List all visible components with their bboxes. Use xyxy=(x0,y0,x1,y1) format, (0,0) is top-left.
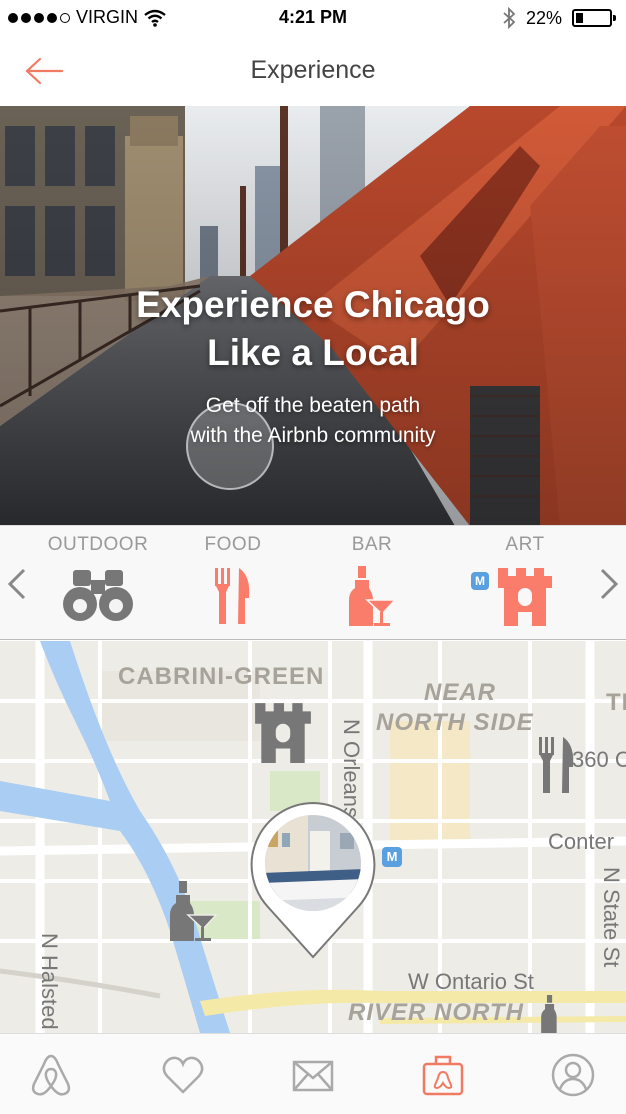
page-title: Experience xyxy=(250,56,376,84)
fork-knife-icon xyxy=(215,568,250,624)
chevron-right-icon xyxy=(600,568,619,600)
tab-trips[interactable] xyxy=(420,1052,466,1098)
map-marker-food[interactable] xyxy=(537,735,577,800)
tab-explore[interactable] xyxy=(28,1052,74,1098)
bluetooth-icon xyxy=(503,7,516,29)
bottle-glass-icon xyxy=(170,881,218,941)
map-marker-bar[interactable] xyxy=(168,881,218,948)
hero-banner[interactable]: Experience Chicago Like a Local Get off … xyxy=(0,106,626,526)
suitcase-icon xyxy=(422,1055,464,1096)
metro-station-badge: M xyxy=(382,847,402,867)
category-label: BAR xyxy=(351,534,393,555)
heart-icon xyxy=(162,1056,204,1094)
neighborhood-north-side: NORTH SIDE xyxy=(376,709,534,736)
neighborhood-river-north: RIVER NORTH xyxy=(348,999,524,1026)
bottle-glass-icon xyxy=(541,995,557,1033)
metro-badge: M xyxy=(471,572,489,590)
map-marker-bar-2[interactable] xyxy=(536,995,576,1033)
category-bar[interactable]: BAR xyxy=(312,534,432,628)
touch-indicator xyxy=(186,402,274,490)
hero-subtitle-line-2: with the Airbnb community xyxy=(190,424,436,447)
status-right: 22% xyxy=(502,7,616,29)
category-next-button[interactable] xyxy=(594,566,622,602)
poi-conter: Conter xyxy=(548,829,615,854)
map-marker-art[interactable] xyxy=(253,701,313,768)
fork-knife-icon xyxy=(539,737,574,793)
castle-icon xyxy=(498,568,552,626)
category-label: OUTDOOR xyxy=(47,534,149,555)
neighborhood-near: NEAR xyxy=(424,679,497,706)
poi-360: 360 C xyxy=(572,747,626,772)
status-bar: VIRGIN 4:21 PM 22% xyxy=(0,0,626,36)
category-food[interactable]: FOOD xyxy=(173,534,293,626)
street-n-state: N State St xyxy=(599,867,624,968)
binoculars-icon xyxy=(63,570,133,621)
battery-icon xyxy=(572,9,616,27)
map-pin-icon xyxy=(250,801,376,959)
castle-icon xyxy=(255,703,311,763)
category-label: ART xyxy=(505,534,545,555)
hero-title-line-1: Experience Chicago xyxy=(136,284,490,325)
navigation-bar: Experience xyxy=(0,36,626,106)
street-n-halsted: N Halsted xyxy=(37,933,62,1030)
hero-subtitle: Get off the beaten path with the Airbnb … xyxy=(0,391,626,451)
airbnb-logo-icon xyxy=(31,1054,71,1096)
category-art[interactable]: ART M xyxy=(465,534,585,626)
chevron-left-icon xyxy=(7,568,26,600)
street-w-ontario: W Ontario St xyxy=(408,969,534,994)
category-prev-button[interactable] xyxy=(4,566,32,602)
profile-icon xyxy=(551,1053,595,1097)
tab-bar xyxy=(0,1033,626,1114)
tab-messages[interactable] xyxy=(290,1052,336,1098)
category-label: FOOD xyxy=(204,534,262,555)
hero-title: Experience Chicago Like a Local xyxy=(0,281,626,377)
neighborhood-cabrini-green: CABRINI-GREEN xyxy=(118,663,325,690)
tab-profile[interactable] xyxy=(550,1052,596,1098)
neighborhood-edge-label: TI xyxy=(606,689,626,716)
category-selector: OUTDOOR FOOD BAR ART M xyxy=(0,525,626,640)
hero-subtitle-line-1: Get off the beaten path xyxy=(205,394,421,417)
category-outdoor[interactable]: OUTDOOR xyxy=(38,534,158,624)
hero-title-line-2: Like a Local xyxy=(207,332,419,373)
tab-saved[interactable] xyxy=(160,1052,206,1098)
battery-percent: 22% xyxy=(525,7,562,28)
envelope-icon xyxy=(292,1060,334,1092)
listing-photo-pin[interactable] xyxy=(248,801,378,961)
bottle-glass-icon xyxy=(349,566,397,626)
map-view[interactable]: CABRINI-GREEN NEAR NORTH SIDE RIVER NORT… xyxy=(0,641,626,1033)
